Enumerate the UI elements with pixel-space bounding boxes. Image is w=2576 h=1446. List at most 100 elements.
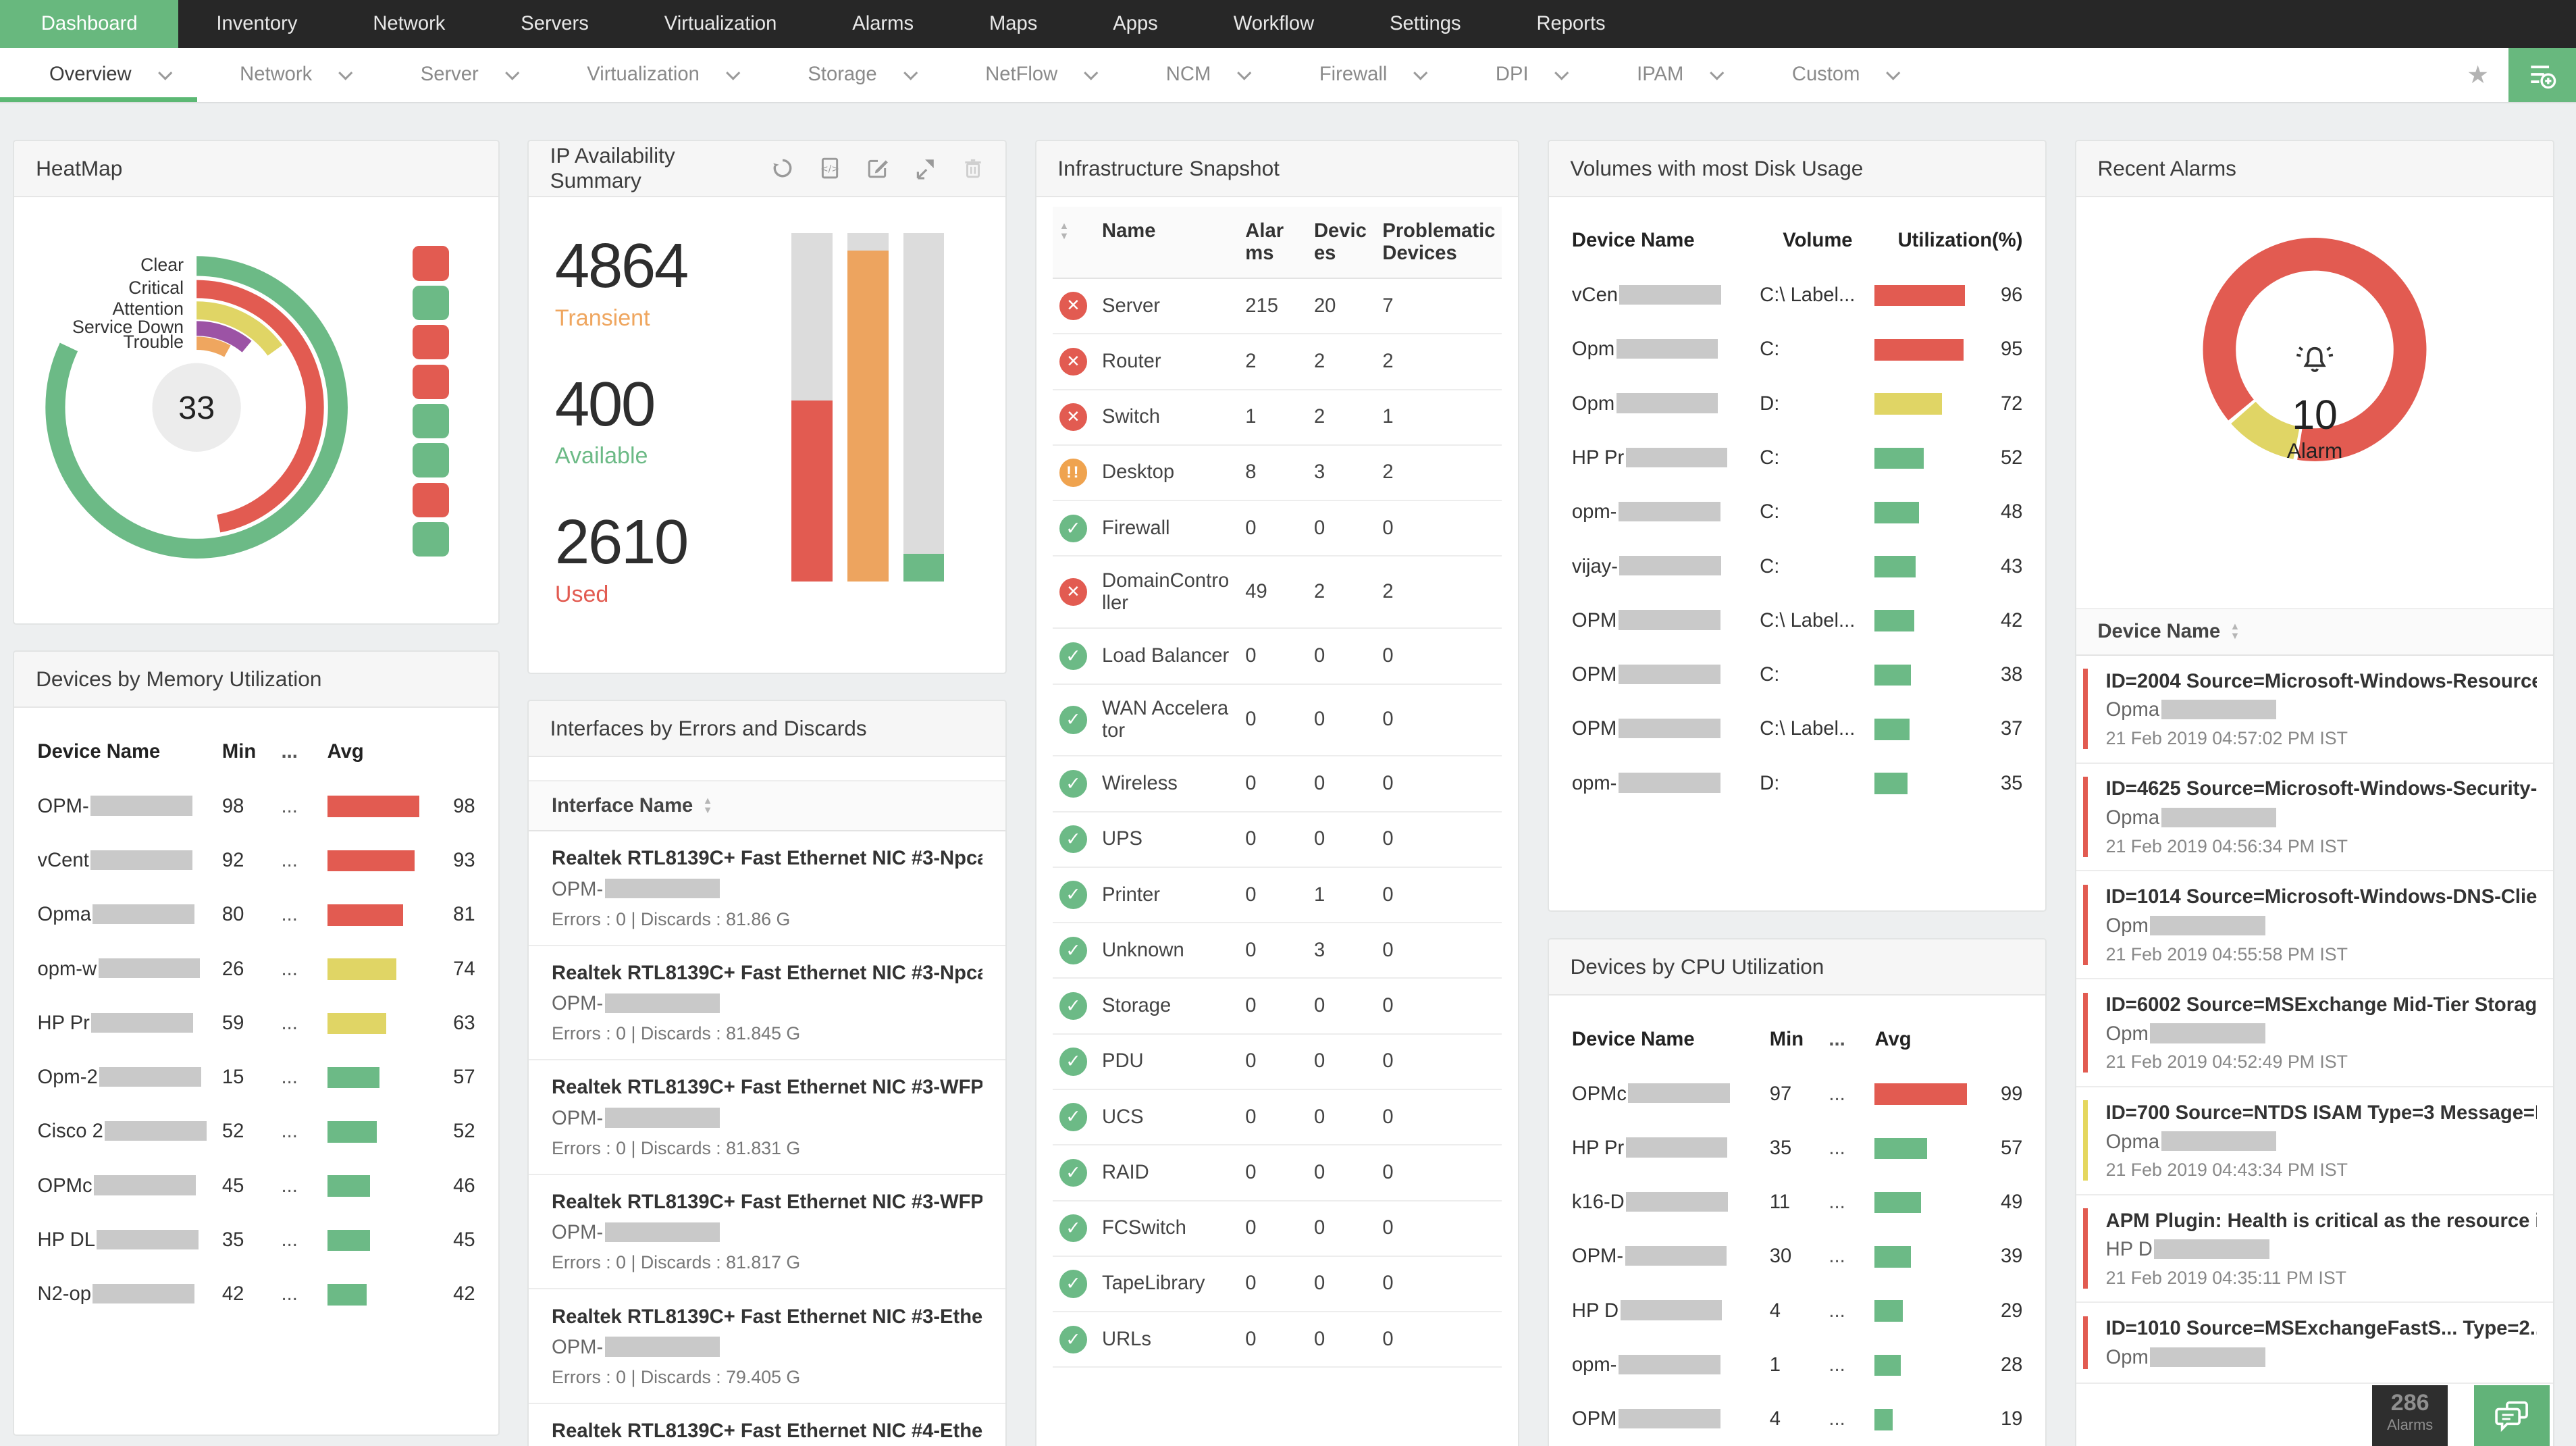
table-row[interactable]: OPM C:\ Label... 42 [1572,594,2022,648]
table-row[interactable]: RAID 0 0 0 [1053,1145,1502,1202]
resize-icon[interactable] [914,157,937,180]
chevron-down-icon[interactable] [505,66,519,80]
ip-bar[interactable] [903,233,945,582]
dashboard-tab[interactable]: Custom [1743,48,1919,103]
list-item[interactable]: Realtek RTL8139C+ Fast Ethernet NIC #3-E… [528,1289,1006,1404]
table-row[interactable]: Cisco 2 52 ... 52 [38,1105,475,1159]
heatmap-square[interactable] [413,364,449,399]
topnav-item[interactable]: Workflow [1196,0,1352,48]
chevron-down-icon[interactable] [903,66,918,80]
column-header[interactable]: Interface Name [552,795,693,817]
sort-icon[interactable]: ▲ ▼ [2230,621,2240,642]
add-dashboard-button[interactable] [2508,47,2576,103]
column-header[interactable]: Devices [1307,207,1376,279]
heatmap-square[interactable] [413,246,449,281]
topnav-item[interactable]: Servers [483,0,626,48]
heatmap-square[interactable] [413,443,449,478]
table-row[interactable]: k16-D 11 ... 49 [1572,1175,2022,1229]
table-row[interactable]: OPM C:\ Label... 37 [1572,702,2022,756]
column-header[interactable]: Device Name [1572,230,1783,252]
table-row[interactable]: Opm D: 72 [1572,377,2022,431]
table-row[interactable]: TapeLibrary 0 0 0 [1053,1256,1502,1313]
table-row[interactable]: OPMc 45 ... 46 [38,1159,475,1213]
column-header[interactable]: Min [222,741,282,763]
table-row[interactable]: Unknown 0 3 0 [1053,923,1502,979]
table-row[interactable]: OPMc 97 ... 99 [1572,1067,2022,1121]
topnav-item[interactable]: Apps [1075,0,1195,48]
column-header[interactable]: Volume [1783,230,1897,252]
topnav-item[interactable]: Alarms [814,0,951,48]
table-row[interactable]: Opm C: 95 [1572,323,2022,377]
column-header[interactable]: Min [1770,1029,1829,1051]
heatmap-square[interactable] [413,522,449,557]
table-row[interactable]: N2-op 42 ... 42 [38,1268,475,1322]
chevron-down-icon[interactable] [726,66,740,80]
column-header[interactable]: Alarms [1238,207,1308,279]
topnav-item[interactable]: Maps [951,0,1075,48]
heatmap-square[interactable] [413,285,449,320]
chevron-down-icon[interactable] [1554,66,1569,80]
heatmap-square[interactable] [413,403,449,439]
alarm-list-item[interactable]: APM Plugin: Health is critical as the re… [2076,1195,2554,1303]
table-row[interactable]: OPM- 98 ... 98 [38,779,475,833]
table-row[interactable]: URLs 0 0 0 [1053,1312,1502,1368]
table-row[interactable]: DomainController 49 2 2 [1053,556,1502,629]
table-row[interactable]: vCen C:\ Label... 96 [1572,268,2022,322]
dashboard-tab[interactable]: Firewall [1270,48,1446,103]
table-row[interactable]: HP Pr 35 ... 57 [1572,1121,2022,1175]
table-row[interactable]: Printer 0 1 0 [1053,867,1502,924]
column-header[interactable]: Avg [327,741,426,763]
topnav-item[interactable]: Virtualization [627,0,814,48]
table-row[interactable]: Firewall 0 0 0 [1053,500,1502,557]
list-item[interactable]: Realtek RTL8139C+ Fast Ethernet NIC #3-W… [528,1060,1006,1175]
table-row[interactable]: Storage 0 0 0 [1053,978,1502,1035]
feedback-chat-button[interactable] [2474,1385,2550,1446]
alarm-list-item[interactable]: ID=4625 Source=Microsoft-Windows-Securit… [2076,764,2554,872]
topnav-item[interactable]: Network [335,0,483,48]
chevron-down-icon[interactable] [1413,66,1428,80]
topnav-item[interactable]: Reports [1499,0,1644,48]
table-row[interactable]: HP DL 35 ... 45 [38,1213,475,1267]
dashboard-tab[interactable]: Overview [0,48,197,103]
topnav-item[interactable]: Settings [1352,0,1498,48]
dashboard-tab[interactable]: NCM [1117,48,1270,103]
alarm-list-item[interactable]: ID=1014 Source=Microsoft-Windows-DNS-Cli… [2076,871,2554,980]
table-row[interactable]: Server 215 20 7 [1053,278,1502,335]
table-row[interactable]: UPS 0 0 0 [1053,811,1502,868]
table-row[interactable]: FCSwitch 0 0 0 [1053,1200,1502,1257]
alarm-list-item[interactable]: ID=700 Source=NTDS ISAM Type=3 Message=N… [2076,1087,2554,1195]
dashboard-tab[interactable]: DPI [1446,48,1587,103]
table-row[interactable]: vijay- C: 43 [1572,540,2022,594]
sort-icon[interactable]: ▲ ▼ [703,796,712,816]
alarm-list-item[interactable]: ID=6002 Source=MSExchange Mid-Tier Stora… [2076,979,2554,1087]
chevron-down-icon[interactable] [338,66,353,80]
dashboard-tab[interactable]: Server [371,48,538,103]
table-row[interactable]: opm-w 26 ... 74 [38,942,475,996]
column-header[interactable]: Device Name [38,741,222,763]
column-header[interactable]: Device Name [1572,1029,1770,1051]
table-row[interactable]: Router 2 2 2 [1053,334,1502,390]
table-row[interactable]: HP D 4 ... 29 [1572,1284,2022,1338]
column-header[interactable]: Name [1095,207,1239,279]
dashboard-tab[interactable]: IPAM [1587,48,1743,103]
topnav-item[interactable]: Inventory [178,0,335,48]
alarm-count-badge[interactable]: 286 Alarms [2372,1385,2448,1446]
column-header[interactable]: Utilization(%) [1898,230,2023,252]
ip-bar[interactable] [847,233,889,582]
table-row[interactable]: HP Pr 59 ... 63 [38,996,475,1050]
table-row[interactable]: Opm-2 15 ... 57 [38,1051,475,1105]
table-row[interactable]: Load Balancer 0 0 0 [1053,628,1502,685]
chevron-down-icon[interactable] [1237,66,1252,80]
table-row[interactable]: OPM- 30 ... 39 [1572,1230,2022,1284]
column-header[interactable]: Device Name [2097,621,2220,643]
table-row[interactable]: opm- D: 35 [1572,756,2022,810]
sort-icon[interactable]: ▲ ▼ [1059,222,1069,241]
list-item[interactable]: Realtek RTL8139C+ Fast Ethernet NIC #3-N… [528,946,1006,1061]
alarm-list-item[interactable]: ID=2004 Source=Microsoft-Windows-Resourc… [2076,656,2554,764]
list-item[interactable]: Realtek RTL8139C+ Fast Ethernet NIC #3-N… [528,831,1006,946]
chevron-down-icon[interactable] [157,66,172,80]
dashboard-tab[interactable]: Virtualization [537,48,758,103]
table-row[interactable]: UCS 0 0 0 [1053,1089,1502,1146]
table-row[interactable]: OPM C: 38 [1572,648,2022,702]
table-row[interactable]: opm- 1 ... 28 [1572,1338,2022,1392]
